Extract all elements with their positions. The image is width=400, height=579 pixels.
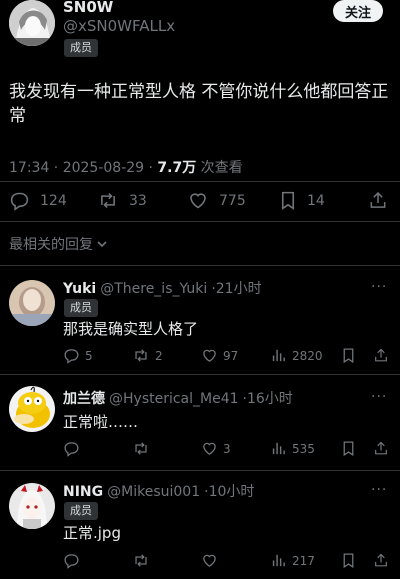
repost-icon xyxy=(135,349,147,362)
heart-icon xyxy=(190,193,206,209)
post-time[interactable]: 17:34 · 2025-08-29 · xyxy=(9,160,157,176)
member-badge: 成员 xyxy=(64,39,98,57)
repost-count: 2 xyxy=(155,348,163,363)
more-options-icon[interactable]: ··· xyxy=(371,389,387,405)
repost-button[interactable]: 33 xyxy=(97,190,147,211)
bookmark-icon xyxy=(343,348,354,364)
reply-author-handle[interactable]: @Hysterical_Me41 xyxy=(109,391,239,407)
bookmark-button[interactable] xyxy=(341,347,356,364)
bookmark-icon xyxy=(343,441,354,457)
reply-icon xyxy=(64,349,79,364)
reply-header: NING @Mikesui001 · 10小时 xyxy=(63,481,254,501)
share-icon xyxy=(375,553,387,567)
reply-time[interactable]: 10小时 xyxy=(209,481,255,501)
reply-avatar[interactable] xyxy=(9,386,55,432)
post-views-label: 次查看 xyxy=(196,160,243,176)
chevron-down-icon xyxy=(97,241,107,248)
like-button[interactable] xyxy=(201,552,223,569)
view-count: 2820 xyxy=(292,348,323,363)
bookmark-icon xyxy=(281,191,295,210)
share-button[interactable] xyxy=(373,552,389,569)
reply-count: 5 xyxy=(85,348,93,363)
like-count: 3 xyxy=(223,441,231,456)
bookmark-button[interactable] xyxy=(341,552,356,569)
reply-button[interactable]: 5 xyxy=(63,347,93,364)
sort-label: 最相关的回复 xyxy=(9,237,93,253)
views-button[interactable]: 2820 xyxy=(270,347,323,364)
sort-dropdown[interactable]: 最相关的回复 xyxy=(9,234,108,254)
like-button[interactable]: 3 xyxy=(201,440,231,457)
author-handle[interactable]: @xSN0WFALLx xyxy=(63,17,175,35)
follow-button[interactable]: 关注 xyxy=(333,0,383,22)
bookmark-button[interactable]: 14 xyxy=(279,190,325,211)
reply-author-handle[interactable]: @Mikesui001 xyxy=(107,484,200,500)
reply-avatar[interactable] xyxy=(9,280,55,326)
bookmark-icon xyxy=(343,553,354,569)
divider xyxy=(0,374,400,375)
reply-header: Yuki @There_is_Yuki · 21小时 xyxy=(63,278,262,298)
view-count: 217 xyxy=(292,553,315,568)
like-count: 97 xyxy=(223,348,239,363)
reply-icon xyxy=(64,442,79,457)
heart-icon xyxy=(203,349,216,362)
reply-text: 那我是确实型人格了 xyxy=(63,320,199,338)
repost-icon xyxy=(135,442,147,455)
divider xyxy=(0,470,400,471)
reply-author-name[interactable]: Yuki xyxy=(63,281,96,297)
bookmark-count: 14 xyxy=(307,192,325,209)
repost-button[interactable]: 2 xyxy=(132,347,163,364)
views-button[interactable]: 535 xyxy=(270,440,315,457)
repost-icon xyxy=(101,192,115,209)
reply-header: 加兰德 @Hysterical_Me41 · 16小时 xyxy=(63,388,293,408)
analytics-icon xyxy=(272,554,285,567)
repost-count: 33 xyxy=(129,192,147,209)
analytics-icon xyxy=(272,349,285,362)
share-button[interactable] xyxy=(373,347,389,364)
repost-button[interactable] xyxy=(132,552,155,569)
reply-time[interactable]: 21小时 xyxy=(216,278,262,298)
like-button[interactable]: 97 xyxy=(201,347,238,364)
heart-icon xyxy=(203,442,216,455)
reply-text: 正常啦…… xyxy=(63,413,139,431)
post-views: 7.7万 xyxy=(157,160,197,176)
divider xyxy=(0,221,400,222)
reply-author-name[interactable]: NING xyxy=(63,484,103,500)
more-options-icon[interactable]: ··· xyxy=(371,482,387,498)
share-icon xyxy=(375,441,387,455)
views-button[interactable]: 217 xyxy=(270,552,315,569)
heart-icon xyxy=(203,554,216,567)
share-button[interactable] xyxy=(373,440,389,457)
member-badge: 成员 xyxy=(64,299,98,317)
reply-button[interactable]: 124 xyxy=(9,190,67,211)
more-options-icon[interactable]: ··· xyxy=(371,279,387,295)
post-meta: 17:34 · 2025-08-29 · 7.7万 次查看 xyxy=(9,157,243,177)
reply-count: 124 xyxy=(40,192,67,209)
reply-icon xyxy=(10,192,29,211)
reply-button[interactable] xyxy=(63,440,85,457)
share-button[interactable] xyxy=(368,190,388,211)
divider xyxy=(0,181,400,182)
divider xyxy=(0,265,400,266)
post-text: 我发现有一种正常型人格 不管你说什么他都回答正常 xyxy=(9,82,389,126)
reply-button[interactable] xyxy=(63,552,85,569)
author-avatar[interactable] xyxy=(9,0,55,46)
reply-avatar[interactable] xyxy=(9,483,55,529)
reply-icon xyxy=(64,554,79,569)
repost-button[interactable] xyxy=(132,440,155,457)
member-badge: 成员 xyxy=(64,502,98,520)
reply-time[interactable]: 16小时 xyxy=(247,388,293,408)
reply-text: 正常.jpg xyxy=(63,524,121,542)
bookmark-button[interactable] xyxy=(341,440,356,457)
like-count: 775 xyxy=(219,192,246,209)
reply-author-name[interactable]: 加兰德 xyxy=(63,388,105,408)
repost-icon xyxy=(135,554,147,567)
reply-author-handle[interactable]: @There_is_Yuki xyxy=(100,281,207,297)
like-button[interactable]: 775 xyxy=(187,190,246,211)
view-count: 535 xyxy=(292,441,315,456)
author-name[interactable]: SN0W xyxy=(63,0,113,16)
analytics-icon xyxy=(272,442,285,455)
share-icon xyxy=(370,191,386,208)
share-icon xyxy=(375,348,387,362)
